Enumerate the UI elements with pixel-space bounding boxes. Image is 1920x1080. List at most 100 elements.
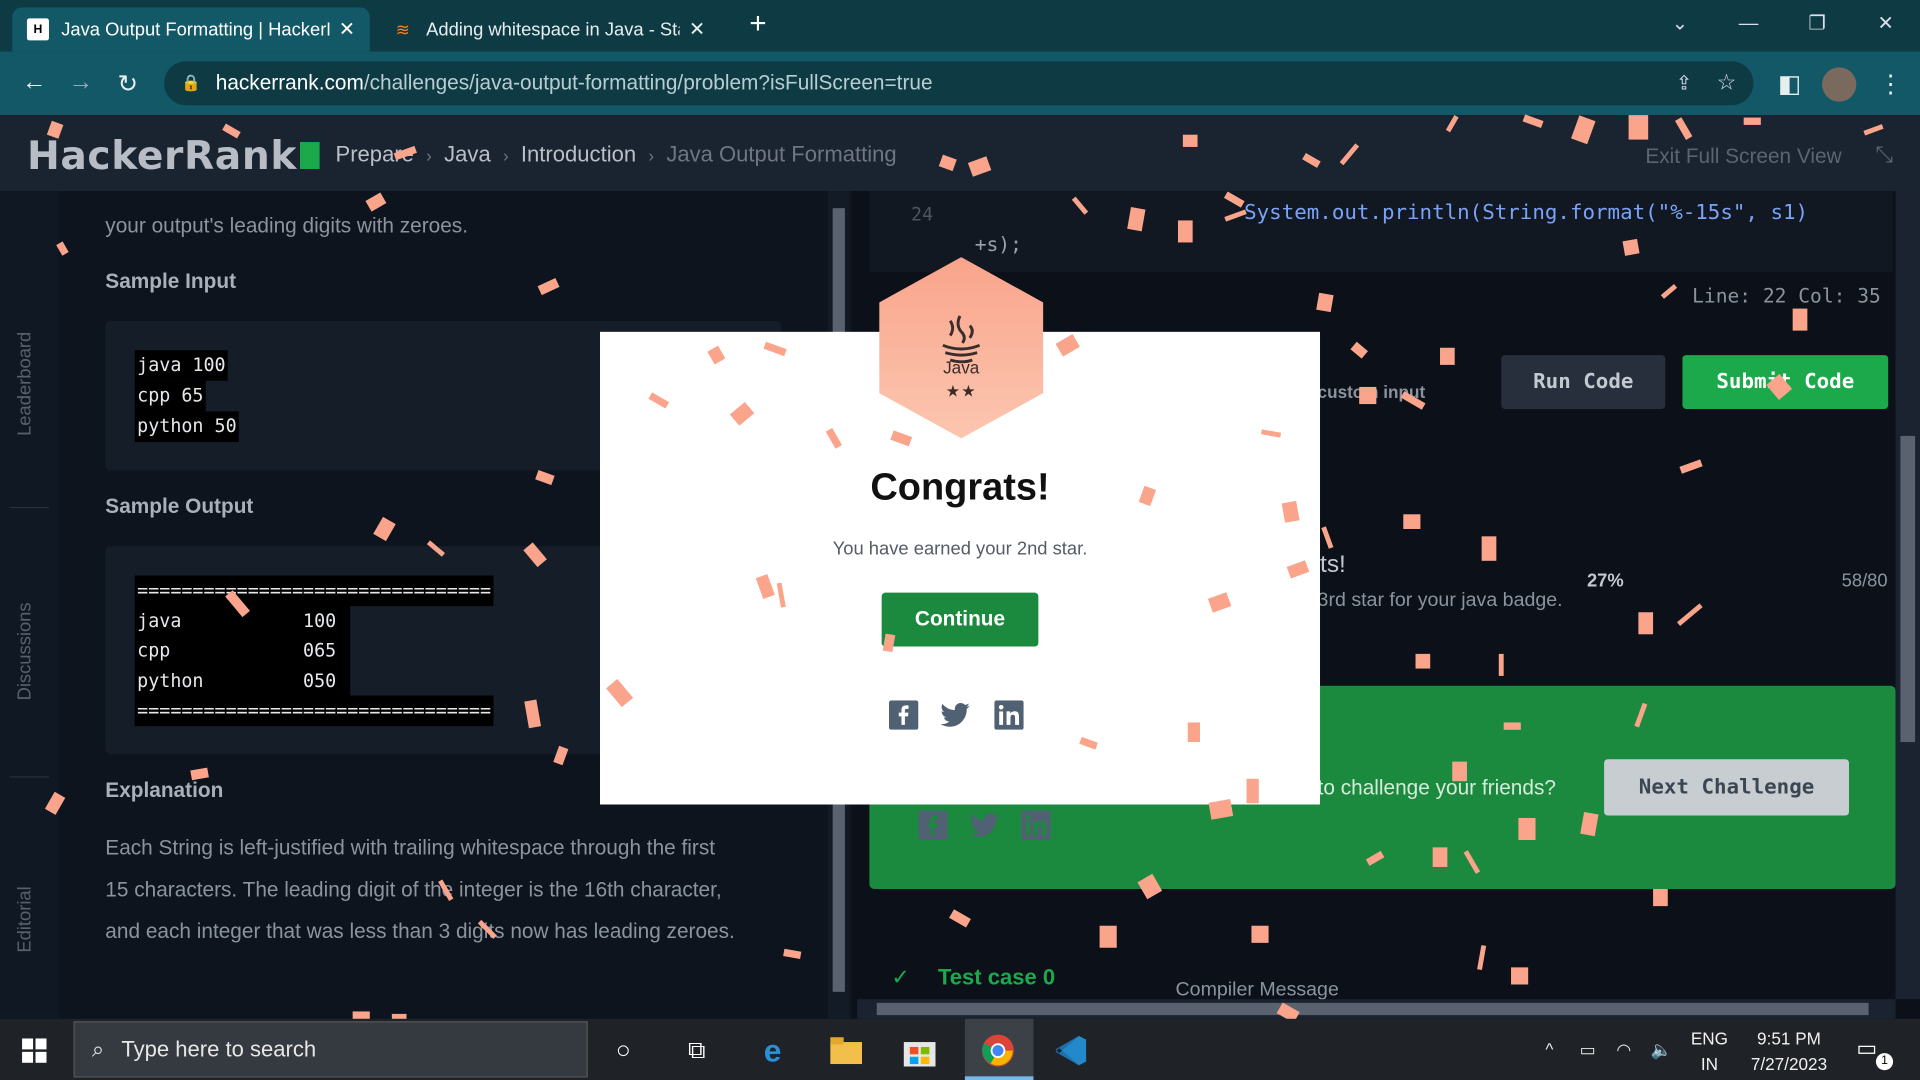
url-field[interactable]: 🔒 hackerrank.com/challenges/java-output-… bbox=[164, 61, 1754, 106]
notification-badge: 1 bbox=[1875, 1053, 1894, 1071]
confetti-piece bbox=[1518, 817, 1536, 841]
divider bbox=[9, 506, 49, 509]
tab-discussions[interactable]: Discussions bbox=[15, 602, 36, 700]
continue-button[interactable]: Continue bbox=[881, 592, 1039, 647]
battery-icon[interactable]: ▭ bbox=[1580, 1019, 1596, 1080]
breadcrumb-introduction[interactable]: Introduction bbox=[521, 142, 636, 168]
next-star-text: 3rd star for your java badge. bbox=[1317, 590, 1563, 612]
explanation-line: and each integer that was less than 3 di… bbox=[105, 919, 735, 943]
breadcrumb-java[interactable]: Java bbox=[444, 142, 491, 168]
tab-leaderboard[interactable]: Leaderboard bbox=[15, 332, 36, 436]
intro-text: your output's leading digits with zeroes… bbox=[105, 214, 469, 238]
run-code-button[interactable]: Run Code bbox=[1501, 355, 1666, 409]
confetti-piece bbox=[1653, 888, 1668, 907]
chevron-down-icon[interactable]: ⌄ bbox=[1646, 0, 1715, 51]
close-icon[interactable]: ✕ bbox=[339, 17, 355, 41]
confetti-piece bbox=[1511, 967, 1529, 985]
url-host: hackerrank.com bbox=[215, 71, 364, 95]
confetti-piece bbox=[1403, 514, 1421, 529]
linkedin-icon[interactable] bbox=[1021, 810, 1051, 841]
date: 7/27/2023 bbox=[1750, 1054, 1828, 1074]
expand-icon[interactable]: ⤡ bbox=[1875, 142, 1893, 168]
tab-editorial[interactable]: Editorial bbox=[15, 886, 36, 952]
lock-icon: 🔒 bbox=[181, 73, 202, 92]
code-fragment: +s); bbox=[974, 232, 1022, 256]
exit-fullscreen-link[interactable]: Exit Full Screen View bbox=[1645, 144, 1841, 168]
sample-output-line: ================================ bbox=[134, 575, 494, 606]
confetti-piece bbox=[1452, 761, 1467, 782]
confetti-piece bbox=[1628, 115, 1649, 140]
horizontal-scrollbar[interactable] bbox=[857, 999, 1896, 1019]
confetti-piece bbox=[1246, 778, 1259, 804]
test-case-label[interactable]: Test case 0 bbox=[938, 965, 1055, 991]
forward-icon[interactable]: → bbox=[69, 69, 93, 97]
confetti-piece bbox=[1177, 220, 1193, 243]
chrome-icon[interactable] bbox=[980, 1033, 1017, 1067]
sample-output-line: cpp 065 bbox=[134, 635, 350, 666]
stackoverflow-icon: ≋ bbox=[395, 18, 411, 39]
clock[interactable]: 9:51 PM 7/27/2023 bbox=[1736, 1026, 1841, 1077]
logo-text: HackerRank bbox=[26, 132, 297, 179]
task-view-icon[interactable]: ⧉ bbox=[678, 1033, 715, 1067]
tab-java-output-formatting[interactable]: H Java Output Formatting | HackerR ✕ bbox=[12, 7, 370, 52]
window-controls: ⌄ — ❐ ✕ bbox=[1646, 0, 1920, 51]
confetti-piece bbox=[1440, 347, 1455, 365]
confetti-piece bbox=[1182, 134, 1198, 147]
editor-scrollbar[interactable] bbox=[1895, 191, 1920, 1000]
store-icon[interactable] bbox=[901, 1033, 938, 1067]
confetti-piece bbox=[1503, 722, 1521, 730]
confetti-piece bbox=[1743, 117, 1761, 125]
sidepanel-icon[interactable]: ◧ bbox=[1778, 69, 1801, 100]
chevron-up-icon[interactable]: ^ bbox=[1545, 1019, 1553, 1080]
share-icon[interactable]: ⇪ bbox=[1676, 71, 1692, 95]
facebook-icon[interactable] bbox=[888, 700, 919, 730]
confetti-piece bbox=[1099, 925, 1117, 948]
vscode-icon[interactable] bbox=[1053, 1033, 1090, 1067]
volume-icon[interactable]: 🔈 bbox=[1651, 1019, 1672, 1080]
wifi-icon[interactable]: ◠ bbox=[1616, 1019, 1631, 1080]
browser-tab-bar: H Java Output Formatting | HackerR ✕ ≋ A… bbox=[0, 0, 1920, 52]
facebook-icon[interactable] bbox=[918, 810, 948, 841]
hackerrank-logo[interactable]: HackerRank bbox=[26, 132, 320, 179]
menu-kebab-icon[interactable]: ⋮ bbox=[1878, 69, 1902, 100]
confetti-piece bbox=[1481, 536, 1497, 561]
cortana-icon[interactable]: ○ bbox=[605, 1033, 642, 1067]
scroll-thumb[interactable] bbox=[876, 1002, 1869, 1016]
confetti-piece bbox=[1432, 847, 1448, 867]
next-challenge-button[interactable]: Next Challenge bbox=[1604, 759, 1849, 816]
scroll-thumb[interactable] bbox=[1900, 435, 1916, 743]
file-explorer-icon[interactable] bbox=[828, 1033, 865, 1067]
tab-title: Java Output Formatting | HackerR bbox=[61, 18, 329, 40]
new-tab-button[interactable]: + bbox=[749, 7, 766, 41]
linkedin-icon[interactable] bbox=[994, 700, 1024, 730]
edge-icon[interactable]: e bbox=[754, 1032, 791, 1069]
twitter-icon[interactable] bbox=[940, 703, 970, 727]
sample-output-heading: Sample Output bbox=[105, 494, 254, 518]
logo-square bbox=[299, 142, 320, 169]
confetti-piece bbox=[1187, 722, 1201, 743]
chevron-right-icon: › bbox=[648, 145, 655, 165]
chevron-right-icon: › bbox=[426, 145, 432, 165]
reload-icon[interactable]: ↻ bbox=[118, 69, 139, 100]
notification-icon[interactable]: ▭ bbox=[1856, 1036, 1877, 1062]
close-icon[interactable]: ✕ bbox=[689, 17, 705, 41]
progress-count: 58/80 bbox=[1841, 570, 1888, 592]
avatar[interactable] bbox=[1822, 67, 1857, 102]
windows-start-icon[interactable] bbox=[22, 1038, 47, 1063]
url-path: /challenges/java-output-formatting/probl… bbox=[363, 71, 933, 95]
taskbar-search[interactable]: ⌕ Type here to search bbox=[73, 1021, 588, 1078]
bookmark-star-icon[interactable]: ☆ bbox=[1717, 70, 1737, 96]
restore-icon[interactable]: ❐ bbox=[1783, 0, 1852, 51]
close-window-icon[interactable]: ✕ bbox=[1851, 0, 1920, 51]
lang-top: ENG bbox=[1690, 1028, 1728, 1049]
language-indicator[interactable]: ENG IN bbox=[1687, 1026, 1731, 1077]
back-icon[interactable]: ← bbox=[22, 69, 46, 97]
twitter-icon[interactable] bbox=[969, 813, 1000, 837]
badge-label: Java bbox=[943, 357, 980, 378]
confetti-piece bbox=[1281, 500, 1300, 523]
minimize-icon[interactable]: — bbox=[1714, 0, 1783, 51]
tab-stackoverflow[interactable]: ≋ Adding whitespace in Java - Stack ✕ bbox=[377, 7, 720, 51]
cursor-status: Line: 22 Col: 35 bbox=[1692, 284, 1881, 308]
sample-input-line: python 50 bbox=[134, 411, 240, 443]
confetti-piece bbox=[1792, 308, 1808, 331]
